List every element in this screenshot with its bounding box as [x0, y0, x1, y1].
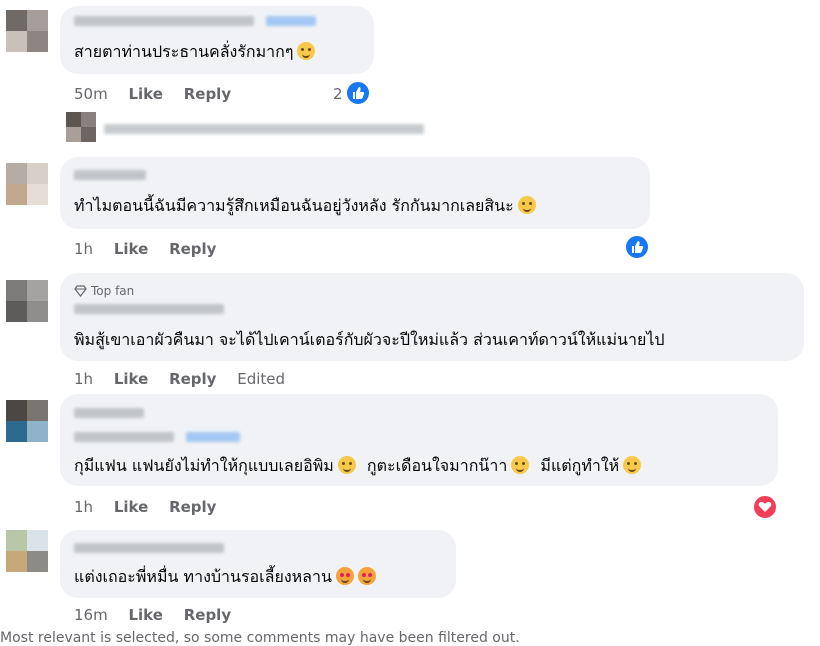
top-fan-label: Top fan	[91, 284, 135, 298]
reply-button[interactable]: Reply	[169, 240, 216, 258]
like-button[interactable]: Like	[114, 370, 148, 388]
reply-button[interactable]: Reply	[169, 370, 216, 388]
reaction-count[interactable]: 2	[333, 85, 343, 103]
avatar[interactable]	[6, 280, 48, 322]
comment-text: แต่งเถอะพี่หมื่น ทางบ้านรอเลี้ยงหลาน	[74, 567, 376, 587]
avatar[interactable]	[6, 400, 48, 442]
commenter-name[interactable]	[74, 304, 224, 314]
like-button[interactable]: Like	[114, 498, 148, 516]
commenter-avatar-name[interactable]	[74, 408, 144, 418]
avatar[interactable]	[6, 163, 48, 205]
like-button[interactable]: Like	[128, 606, 162, 624]
edited-label: Edited	[237, 370, 286, 388]
avatar[interactable]	[6, 530, 48, 572]
comment-actions: 1h Like Reply	[74, 240, 232, 258]
comment-actions: 16m Like Reply	[74, 606, 247, 624]
follow-link[interactable]	[266, 16, 316, 26]
commenter-name[interactable]	[74, 432, 174, 442]
emoji-icon	[511, 456, 530, 474]
timestamp[interactable]: 50m	[74, 85, 108, 103]
reply-button[interactable]: Reply	[184, 85, 231, 103]
timestamp[interactable]: 1h	[74, 370, 93, 388]
emoji-icon	[297, 42, 316, 60]
avatar[interactable]	[6, 10, 48, 52]
comment-actions: 1h Like Reply Edited	[74, 370, 301, 388]
love-reaction-icon[interactable]	[752, 494, 778, 520]
comment-actions: 1h Like Reply	[74, 498, 232, 516]
reply-preview[interactable]	[104, 124, 424, 134]
timestamp[interactable]: 16m	[74, 606, 108, 624]
like-reaction-icon[interactable]	[624, 234, 650, 260]
commenter-name[interactable]	[74, 16, 254, 26]
smiling-hearts-emoji-icon	[357, 567, 376, 585]
filter-notice: Most relevant is selected, so some comme…	[0, 630, 520, 646]
emoji-icon	[623, 456, 642, 474]
like-button[interactable]: Like	[114, 240, 148, 258]
like-reaction-icon[interactable]	[345, 80, 371, 106]
comment-text: ทำไมตอนนี้ฉันมีความรู้สึกเหมือนฉันอยู่วั…	[74, 196, 536, 216]
reply-button[interactable]: Reply	[169, 498, 216, 516]
emoji-icon	[517, 196, 536, 214]
follow-link[interactable]	[186, 432, 240, 442]
like-button[interactable]: Like	[128, 85, 162, 103]
comment-bubble	[60, 157, 650, 229]
comment-bubble	[60, 530, 456, 598]
emoji-icon	[337, 456, 356, 474]
comment-actions: 50m Like Reply	[74, 85, 247, 103]
comment-text: พิมสู้เขาเอาผัวคืนมา จะได้ไปเคาน์เตอร์กั…	[74, 330, 665, 349]
top-fan-badge: Top fan	[74, 284, 134, 298]
comment-text: สายตาท่านประธานคลั่งรักมากๆ	[74, 42, 316, 62]
timestamp[interactable]: 1h	[74, 498, 93, 516]
smiling-hearts-emoji-icon	[335, 567, 354, 585]
comment-text: กุมีแฟน แฟนยังไม่ทำให้กุแบบเลยอิพิม กูตะ…	[74, 456, 642, 476]
commenter-name[interactable]	[74, 543, 224, 553]
timestamp[interactable]: 1h	[74, 240, 93, 258]
avatar[interactable]	[66, 112, 96, 142]
reply-button[interactable]: Reply	[184, 606, 231, 624]
commenter-name[interactable]	[74, 170, 146, 180]
